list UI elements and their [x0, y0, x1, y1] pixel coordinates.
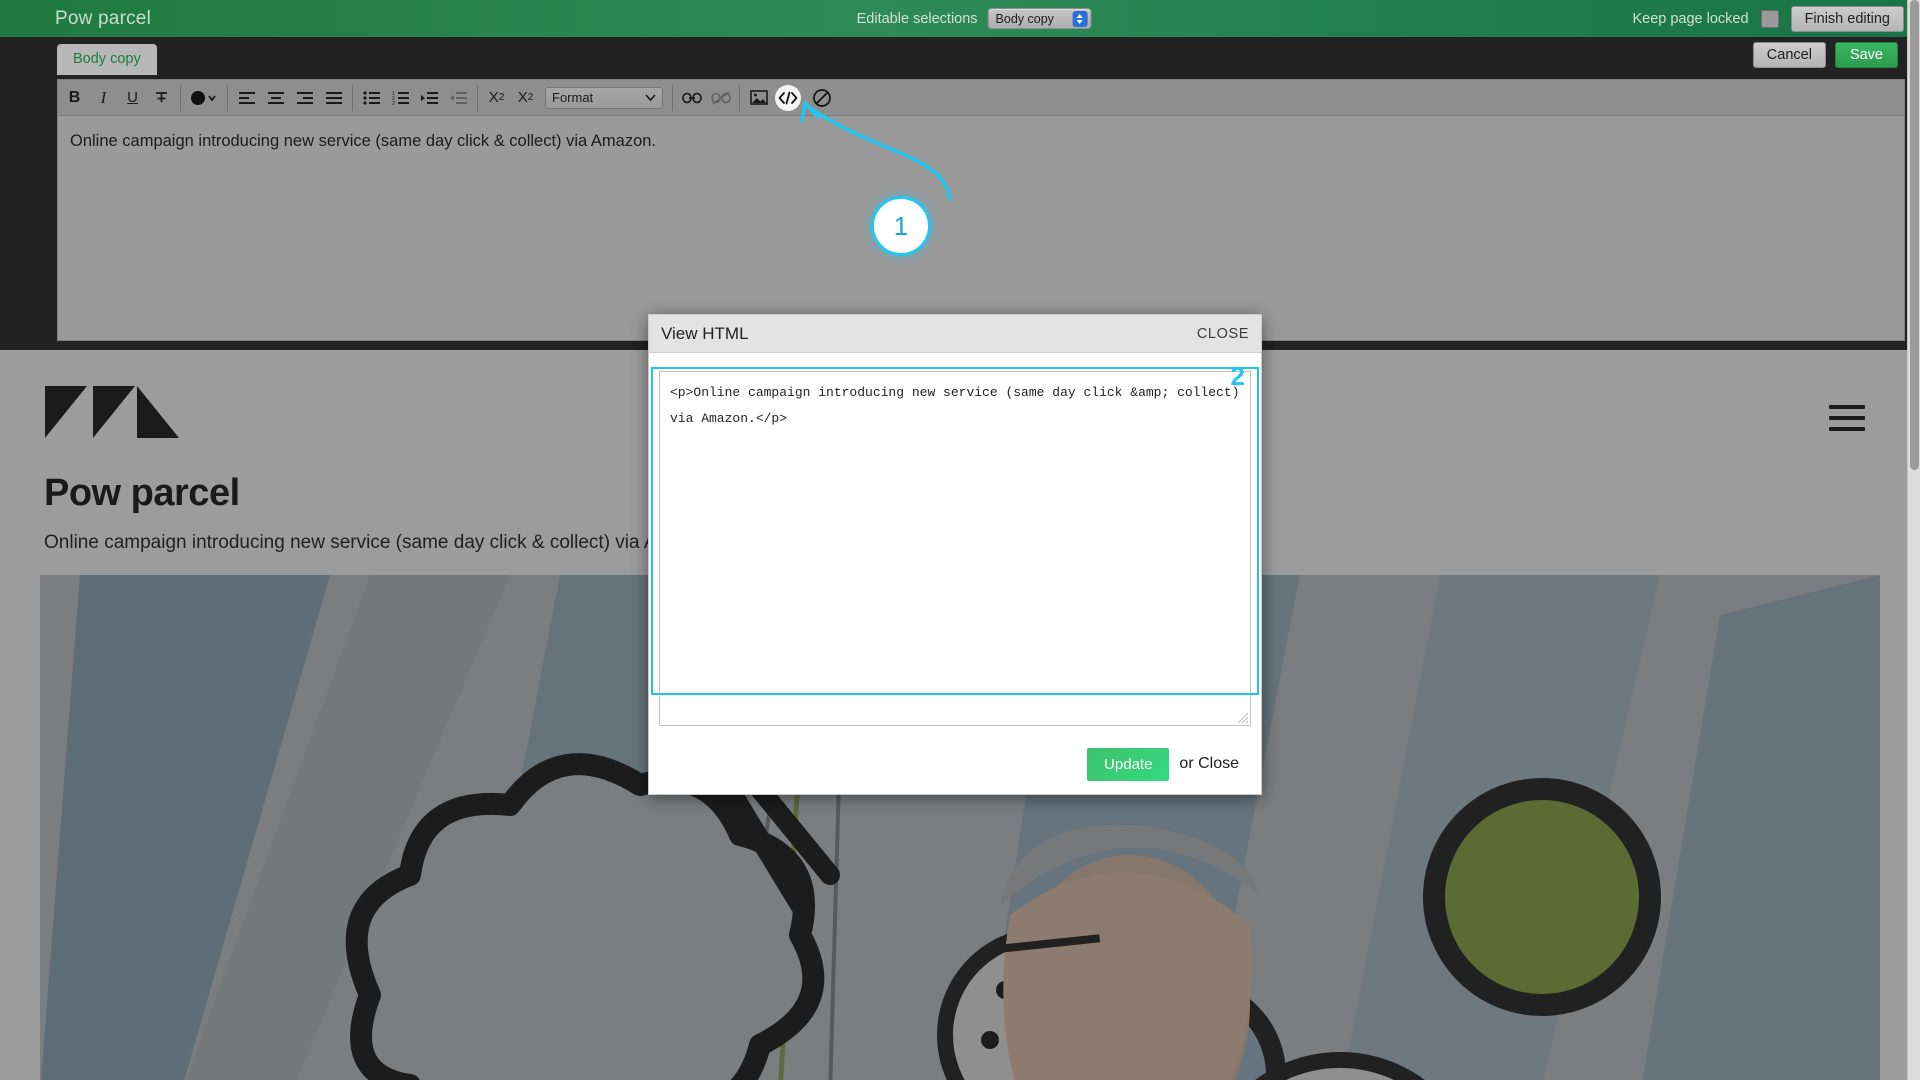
update-button[interactable]: Update	[1087, 747, 1170, 781]
subscript-index: 2	[527, 92, 534, 103]
page-scrollbar[interactable]	[1907, 0, 1920, 1080]
view-html-dialog: View HTML CLOSE <p>Online campaign intro…	[648, 314, 1262, 795]
align-right-glyph	[296, 91, 313, 104]
italic-icon[interactable]: I	[89, 85, 118, 111]
toolbar-group-script: X2 X2	[482, 85, 540, 111]
toolbar-separator	[477, 84, 478, 111]
chevron-updown-icon[interactable]	[1072, 11, 1088, 27]
outdent-glyph	[449, 91, 467, 104]
unlink-icon[interactable]	[706, 85, 735, 111]
cancel-button[interactable]: Cancel	[1752, 42, 1826, 68]
subscript-base: X	[517, 89, 528, 106]
editor-toolbar: B I U 1 2 3 X 2 X 2 Format	[58, 80, 1904, 116]
dialog-title: View HTML	[661, 323, 749, 343]
toolbar-separator	[672, 84, 673, 111]
dialog-header: View HTML CLOSE	[649, 315, 1261, 353]
numbered-list-glyph: 1 2 3	[392, 91, 409, 105]
dialog-close-button[interactable]: CLOSE	[1197, 326, 1249, 342]
underline-label: U	[127, 89, 138, 106]
superscript-base: X	[488, 89, 499, 106]
toolbar-separator	[227, 84, 228, 111]
editable-selection-value: Body copy	[995, 11, 1054, 26]
align-center-glyph	[267, 91, 284, 104]
format-dropdown[interactable]: Format	[545, 86, 663, 109]
toolbar-group-insert	[677, 85, 735, 111]
align-right-icon[interactable]	[290, 85, 319, 111]
annotation-arrow-1	[800, 101, 952, 201]
annotation-badge-1: 1	[871, 196, 931, 256]
finish-editing-button[interactable]: Finish editing	[1790, 5, 1904, 32]
italic-label: I	[100, 87, 107, 107]
editor-action-buttons: Cancel Save	[1752, 42, 1898, 68]
brand-logo-glyph	[45, 386, 179, 438]
superscript-icon[interactable]: X2	[482, 85, 511, 111]
or-close-label[interactable]: or Close	[1179, 755, 1239, 773]
indent-glyph	[420, 91, 438, 104]
dialog-footer: Update or Close	[649, 734, 1261, 794]
align-left-icon[interactable]	[232, 85, 261, 111]
align-left-glyph	[238, 91, 255, 104]
preview-brand-title: Pow parcel	[44, 472, 240, 514]
toolbar-group-lists: 1 2 3	[357, 85, 473, 111]
rich-text-editor-panel: B I U 1 2 3 X 2 X 2 Format Online campai…	[57, 79, 1905, 341]
link-glyph	[681, 92, 702, 103]
scrollbar-thumb[interactable]	[1910, 0, 1919, 470]
underline-icon[interactable]: U	[118, 85, 147, 111]
toolbar-group-text-style: B I U	[60, 85, 176, 111]
tab-body-copy[interactable]: Body copy	[57, 44, 157, 75]
menu-icon[interactable]	[1829, 405, 1865, 438]
numbered-list-icon[interactable]: 1 2 3	[386, 85, 415, 111]
editor-content-area[interactable]: Online campaign introducing new service …	[58, 116, 1904, 167]
bold-label: B	[68, 88, 81, 106]
unlink-glyph	[710, 90, 731, 105]
strikethrough-glyph	[156, 92, 167, 102]
toolbar-separator	[180, 84, 181, 111]
align-center-icon[interactable]	[261, 85, 290, 111]
bullet-list-glyph	[362, 90, 380, 105]
save-button[interactable]: Save	[1834, 42, 1898, 68]
strikethrough-icon[interactable]	[147, 85, 176, 111]
toolbar-separator	[739, 84, 740, 111]
outdent-icon[interactable]	[444, 85, 473, 111]
dialog-body: <p>Online campaign introducing new servi…	[649, 353, 1261, 726]
text-color-icon[interactable]	[185, 85, 223, 111]
brand-logo-icon	[45, 386, 195, 442]
keep-page-locked-checkbox[interactable]	[1760, 9, 1779, 28]
link-icon[interactable]	[677, 85, 706, 111]
editable-selection-dropdown[interactable]: Body copy	[987, 8, 1092, 29]
app-title: Pow parcel	[55, 7, 151, 29]
editable-selections-group: Editable selections Body copy	[857, 8, 1092, 29]
top-app-bar: Pow parcel Editable selections Body copy…	[0, 0, 1920, 37]
format-dropdown-value: Format	[552, 90, 594, 105]
align-justify-glyph	[325, 91, 342, 104]
annotation-badge-2: 2	[1230, 361, 1245, 391]
text-color-glyph	[191, 90, 216, 105]
resize-grip-icon[interactable]	[1237, 712, 1249, 724]
svg-text:3: 3	[392, 101, 395, 105]
bold-icon[interactable]: B	[60, 85, 89, 111]
align-justify-icon[interactable]	[319, 85, 348, 111]
bullet-list-icon[interactable]	[357, 85, 386, 111]
toolbar-separator	[352, 84, 353, 111]
toolbar-group-align	[232, 85, 348, 111]
toolbar-group-color	[185, 85, 223, 111]
editable-selections-label: Editable selections	[856, 10, 978, 27]
superscript-exponent: 2	[498, 92, 505, 103]
subscript-icon[interactable]: X2	[511, 85, 540, 111]
indent-icon[interactable]	[415, 85, 444, 111]
preview-subtitle: Online campaign introducing new service …	[44, 532, 719, 553]
keep-page-locked-label: Keep page locked	[1632, 10, 1749, 27]
html-source-textarea[interactable]: <p>Online campaign introducing new servi…	[659, 371, 1251, 726]
topbar-right-group: Keep page locked Finish editing	[1632, 5, 1904, 32]
chevron-down-icon	[645, 93, 656, 101]
